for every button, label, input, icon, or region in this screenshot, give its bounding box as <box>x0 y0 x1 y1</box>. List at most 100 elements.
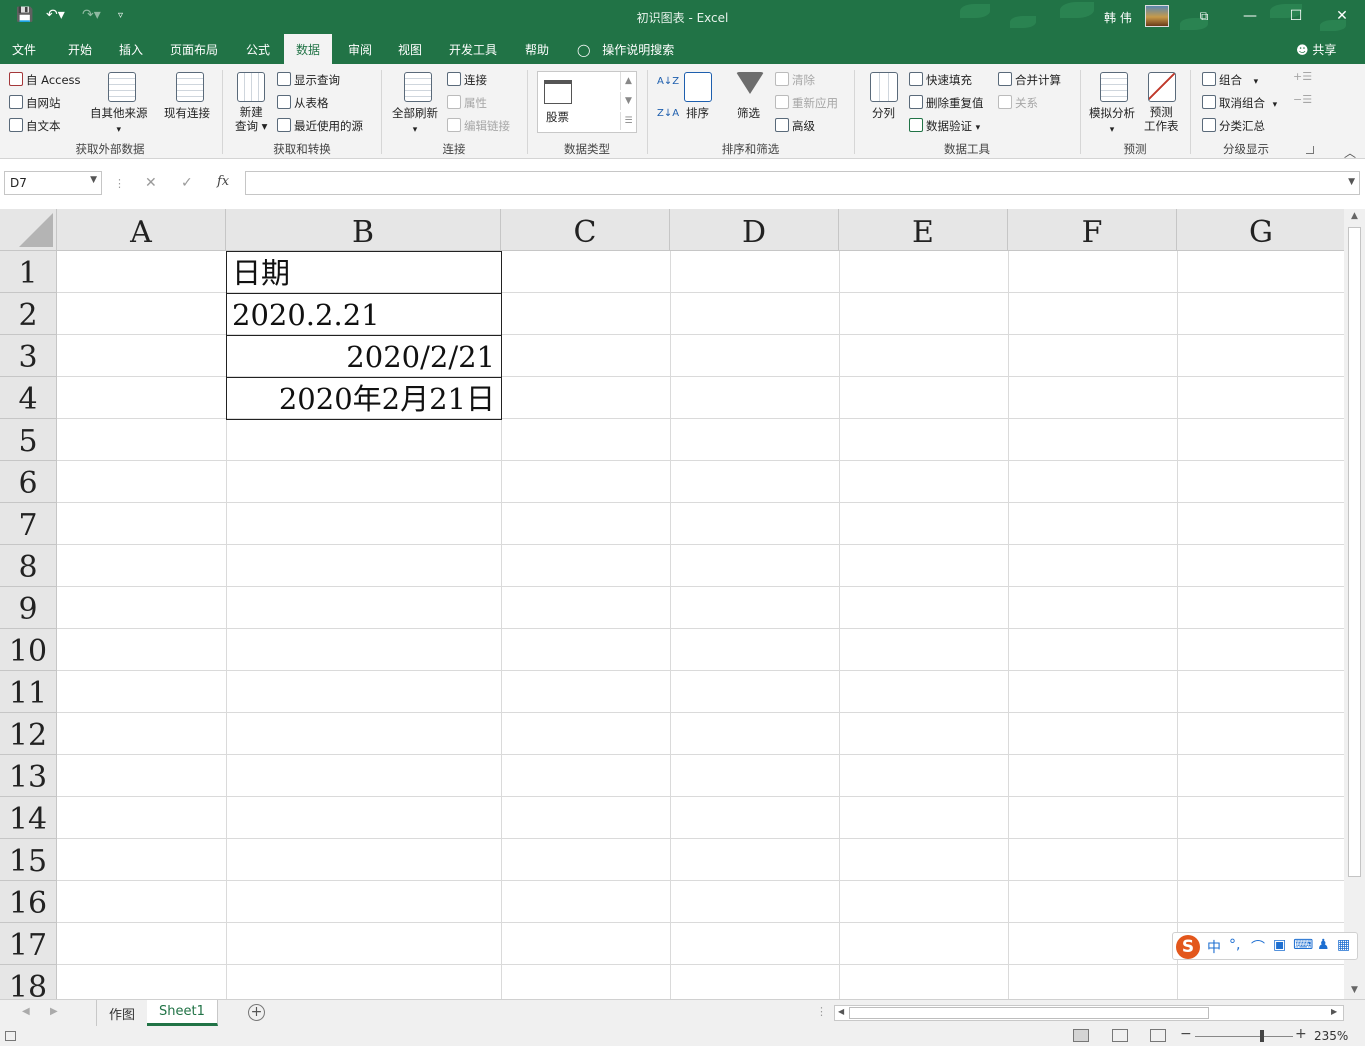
zoom-level[interactable]: 235% <box>1314 1029 1348 1043</box>
row-header[interactable]: 4 <box>0 377 57 419</box>
column-header-a[interactable]: A <box>57 209 226 251</box>
page-break-view-button[interactable] <box>1150 1029 1166 1042</box>
properties-button[interactable]: 属性 <box>447 95 487 111</box>
consolidate-button[interactable]: 合并计算 <box>998 72 1061 88</box>
row-header[interactable]: 8 <box>0 545 57 587</box>
tab-data[interactable]: 数据 <box>284 34 333 64</box>
sheet-tab-sheet1[interactable]: Sheet1 <box>147 1000 218 1026</box>
recent-sources-button[interactable]: 最近使用的源 <box>277 118 363 134</box>
scroll-up-icon[interactable]: ▲ <box>1344 211 1365 221</box>
ime-punctuation-toggle[interactable]: °, <box>1229 937 1240 953</box>
row-header[interactable]: 13 <box>0 755 57 797</box>
outline-settings-launcher-icon[interactable] <box>1306 146 1314 154</box>
sort-button[interactable]: 排序 <box>686 105 709 121</box>
text-to-columns-button[interactable]: 分列 <box>872 105 895 121</box>
clear-filter-button[interactable]: 清除 <box>775 72 815 88</box>
ime-emoji-icon[interactable]: ⌒ <box>1251 937 1265 957</box>
maximize-button[interactable]: ☐ <box>1286 6 1306 26</box>
column-header-g[interactable]: G <box>1177 209 1344 251</box>
tab-review[interactable]: 审阅 <box>348 41 372 58</box>
tab-split-handle[interactable]: ⋮ <box>816 1005 827 1018</box>
from-text-button[interactable]: 自文本 <box>9 118 61 134</box>
ime-menu-icon[interactable]: ▦ <box>1337 937 1350 953</box>
zoom-out-button[interactable]: − <box>1180 1026 1192 1042</box>
gallery-up-icon[interactable]: ▲ <box>620 72 636 90</box>
ime-toolbar[interactable]: S 中 °, ⌒ ▣ ⌨ ♟ ▦ <box>1172 932 1358 960</box>
row-header[interactable]: 17 <box>0 923 57 965</box>
subtotal-button[interactable]: 分类汇总 <box>1202 118 1265 134</box>
hide-detail-icon[interactable]: −☰ <box>1293 93 1312 106</box>
column-header-c[interactable]: C <box>501 209 670 251</box>
row-header[interactable]: 10 <box>0 629 57 671</box>
row-header[interactable]: 5 <box>0 419 57 461</box>
cell-b1[interactable]: 日期 <box>227 252 501 293</box>
row-header[interactable]: 18 <box>0 965 57 999</box>
reapply-button[interactable]: 重新应用 <box>775 95 838 111</box>
add-sheet-button[interactable]: + <box>248 1004 265 1021</box>
stocks-type[interactable]: 股票 <box>546 109 569 125</box>
tab-view[interactable]: 视图 <box>398 41 422 58</box>
zoom-in-button[interactable]: + <box>1295 1026 1307 1042</box>
ime-keyboard-icon[interactable]: ⌨ <box>1293 937 1313 953</box>
next-sheet-icon[interactable]: ▶ <box>50 1006 58 1017</box>
existing-connections-button[interactable]: 现有连接 <box>164 105 210 121</box>
zoom-slider[interactable] <box>1195 1036 1293 1037</box>
row-header[interactable]: 2 <box>0 293 57 335</box>
name-box[interactable]: D7 ▼ <box>4 171 102 195</box>
tell-me-search[interactable]: ◯ 操作说明搜索 <box>577 41 674 58</box>
formula-input[interactable]: ▼ <box>245 171 1360 195</box>
tab-insert[interactable]: 插入 <box>119 41 143 58</box>
cell-b2[interactable]: 2020.2.21 <box>227 294 501 335</box>
sogou-logo-icon[interactable]: S <box>1176 935 1200 959</box>
tab-formulas[interactable]: 公式 <box>246 41 270 58</box>
row-header[interactable]: 9 <box>0 587 57 629</box>
sort-ascending-icon[interactable]: A↓Z <box>657 76 679 87</box>
edit-links-button[interactable]: 编辑链接 <box>447 118 510 134</box>
avatar[interactable] <box>1145 5 1169 27</box>
select-all-button[interactable] <box>0 209 57 251</box>
row-header[interactable]: 11 <box>0 671 57 713</box>
from-web-button[interactable]: 自网站 <box>9 95 61 111</box>
what-if-analysis-button[interactable]: 模拟分析 ▾ <box>1089 105 1135 135</box>
share-button[interactable]: ☻ 共享 <box>1296 41 1336 58</box>
tab-developer[interactable]: 开发工具 <box>449 41 497 58</box>
vertical-scrollbar[interactable]: ▲ ▼ <box>1344 209 1365 999</box>
column-header-b[interactable]: B <box>226 209 501 251</box>
expand-formula-bar-icon[interactable]: ▼ <box>1348 177 1355 187</box>
row-header[interactable]: 16 <box>0 881 57 923</box>
ungroup-button[interactable]: 取消组合 ▾ <box>1202 95 1277 111</box>
insert-function-icon[interactable]: fx <box>217 174 229 189</box>
horizontal-scroll-thumb[interactable] <box>849 1007 1209 1019</box>
ime-mode-toggle[interactable]: 中 <box>1207 937 1221 957</box>
scroll-right-icon[interactable]: ▶ <box>1331 1007 1337 1016</box>
filter-button[interactable]: 筛选 <box>737 105 760 121</box>
show-queries-button[interactable]: 显示查询 <box>277 72 340 88</box>
sort-descending-icon[interactable]: Z↓A <box>657 108 679 119</box>
zoom-slider-thumb[interactable] <box>1259 1030 1264 1042</box>
refresh-all-button[interactable]: 全部刷新 ▾ <box>392 105 438 135</box>
data-types-gallery[interactable]: 股票 ▲ ▼ ☰ <box>537 71 637 133</box>
tab-file[interactable]: 文件 <box>12 41 36 58</box>
column-header-e[interactable]: E <box>839 209 1008 251</box>
connections-button[interactable]: 连接 <box>447 72 487 88</box>
user-name[interactable]: 韩 伟 <box>1104 9 1132 26</box>
from-table-button[interactable]: 从表格 <box>277 95 329 111</box>
normal-view-button[interactable] <box>1073 1029 1089 1042</box>
row-header[interactable]: 7 <box>0 503 57 545</box>
sheet-tab-zuotu[interactable]: 作图 <box>97 1000 149 1026</box>
from-other-sources-button[interactable]: 自其他来源 ▾ <box>90 105 148 135</box>
relationships-button[interactable]: 关系 <box>998 95 1038 111</box>
tab-page-layout[interactable]: 页面布局 <box>170 41 218 58</box>
new-query-button[interactable]: 新建 查询 ▾ <box>235 105 267 133</box>
scroll-down-icon[interactable]: ▼ <box>1344 985 1365 995</box>
vertical-scroll-thumb[interactable] <box>1348 227 1361 877</box>
forecast-sheet-button[interactable]: 预测 工作表 <box>1144 105 1179 133</box>
show-detail-icon[interactable]: +☰ <box>1293 70 1312 83</box>
page-layout-view-button[interactable] <box>1112 1029 1128 1042</box>
horizontal-scrollbar[interactable]: ◀ ▶ <box>834 1005 1344 1021</box>
column-header-f[interactable]: F <box>1008 209 1177 251</box>
tab-home[interactable]: 开始 <box>68 41 92 58</box>
row-header[interactable]: 3 <box>0 335 57 377</box>
worksheet-grid[interactable]: A B C D E F G 1 2 3 4 5 6 7 8 9 10 11 12… <box>0 209 1344 999</box>
prev-sheet-icon[interactable]: ◀ <box>22 1006 30 1017</box>
